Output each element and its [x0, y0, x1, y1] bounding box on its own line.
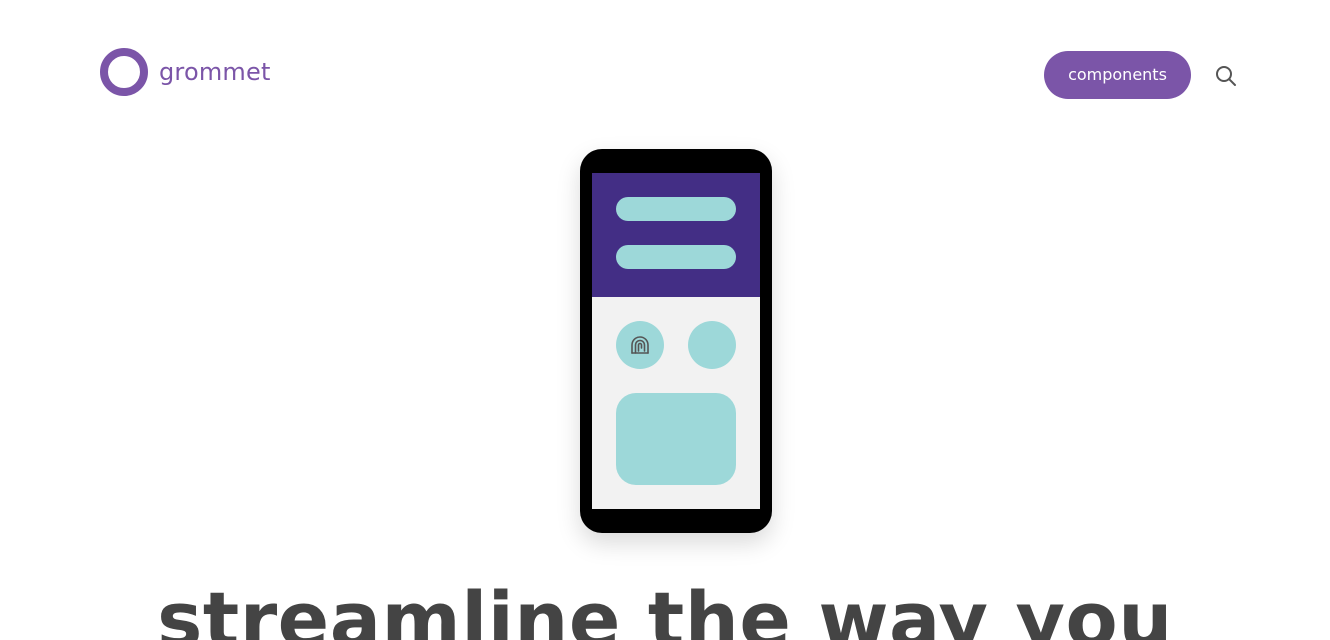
- header-pill: [616, 197, 736, 221]
- search-button[interactable]: [1210, 60, 1242, 92]
- components-button[interactable]: components: [1044, 51, 1191, 99]
- placeholder-card: [616, 393, 736, 485]
- fingerprint-icon: [631, 336, 649, 354]
- search-icon: [1216, 66, 1236, 86]
- phone-screen: [592, 173, 760, 509]
- page: grommet components streamline the way yo…: [0, 0, 1330, 640]
- screen-header: [592, 173, 760, 297]
- fingerprint-circle: [616, 321, 664, 369]
- placeholder-circle: [688, 321, 736, 369]
- phone-illustration: [580, 149, 772, 533]
- header-pill: [616, 245, 736, 269]
- hero-headline: streamline the way you: [157, 575, 1173, 640]
- logo-ring-icon: [100, 48, 148, 96]
- brand-name: grommet: [159, 58, 271, 86]
- logo-link[interactable]: grommet: [100, 48, 271, 96]
